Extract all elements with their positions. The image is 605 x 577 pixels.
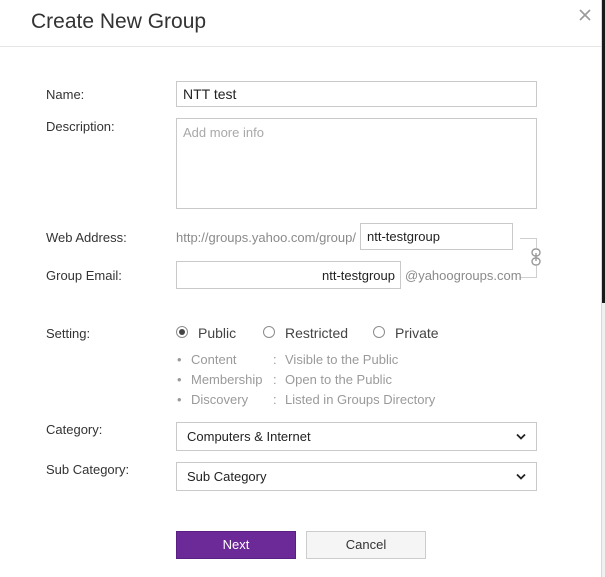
link-icon[interactable] (530, 248, 542, 266)
group-email-input[interactable] (176, 261, 401, 289)
setting-detail-value: Open to the Public (285, 372, 392, 387)
radio-restricted-circle[interactable] (263, 326, 275, 338)
bullet: • (177, 352, 182, 367)
setting-detail-separator: : (273, 372, 277, 387)
name-input[interactable] (176, 81, 537, 107)
bullet: • (177, 372, 182, 387)
category-label: Category: (46, 422, 103, 437)
radio-public-circle[interactable] (176, 326, 188, 338)
radio-private-circle[interactable] (373, 326, 385, 338)
create-group-dialog: Create New Group Name: Description: Web … (0, 0, 602, 577)
dialog-title: Create New Group (31, 10, 207, 33)
web-address-input[interactable] (360, 223, 513, 250)
setting-detail-separator: : (273, 352, 277, 367)
setting-detail-separator: : (273, 392, 277, 407)
setting-detail-key: Discovery (191, 392, 249, 407)
setting-detail-key: Membership (191, 372, 263, 387)
sub-category-label: Sub Category: (46, 462, 130, 477)
cancel-button[interactable]: Cancel (306, 531, 426, 559)
group-email-label: Group Email: (46, 268, 122, 283)
group-email-suffix: @yahoogroups.com (405, 268, 522, 283)
web-address-label: Web Address: (46, 230, 127, 245)
category-select[interactable]: Computers & Internet (176, 422, 537, 451)
next-button[interactable]: Next (176, 531, 296, 559)
radio-restricted-label: Restricted (285, 325, 349, 341)
name-label: Name: (46, 87, 85, 102)
radio-restricted[interactable]: Restricted (263, 325, 353, 341)
setting-detail-value: Visible to the Public (285, 352, 399, 367)
setting-detail-value: Listed in Groups Directory (285, 392, 436, 407)
description-input[interactable] (176, 118, 537, 209)
setting-label: Setting: (46, 326, 91, 341)
radio-private[interactable]: Private (373, 325, 443, 341)
radio-public-label: Public (198, 325, 237, 341)
radio-private-label: Private (395, 325, 439, 341)
bullet: • (177, 392, 182, 407)
sub-category-select[interactable]: Sub Category (176, 462, 537, 491)
radio-public[interactable]: Public (176, 325, 246, 341)
web-address-prefix: http://groups.yahoo.com/group/ (176, 230, 356, 245)
sub-category-selected-value: Sub Category (187, 469, 267, 484)
description-label: Description: (46, 119, 115, 134)
setting-detail-key: Content (191, 352, 237, 367)
category-selected-value: Computers & Internet (187, 429, 311, 444)
chevron-down-icon (516, 433, 526, 440)
close-icon[interactable] (578, 8, 592, 22)
dialog-header: Create New Group (0, 0, 601, 47)
chevron-down-icon (516, 473, 526, 480)
